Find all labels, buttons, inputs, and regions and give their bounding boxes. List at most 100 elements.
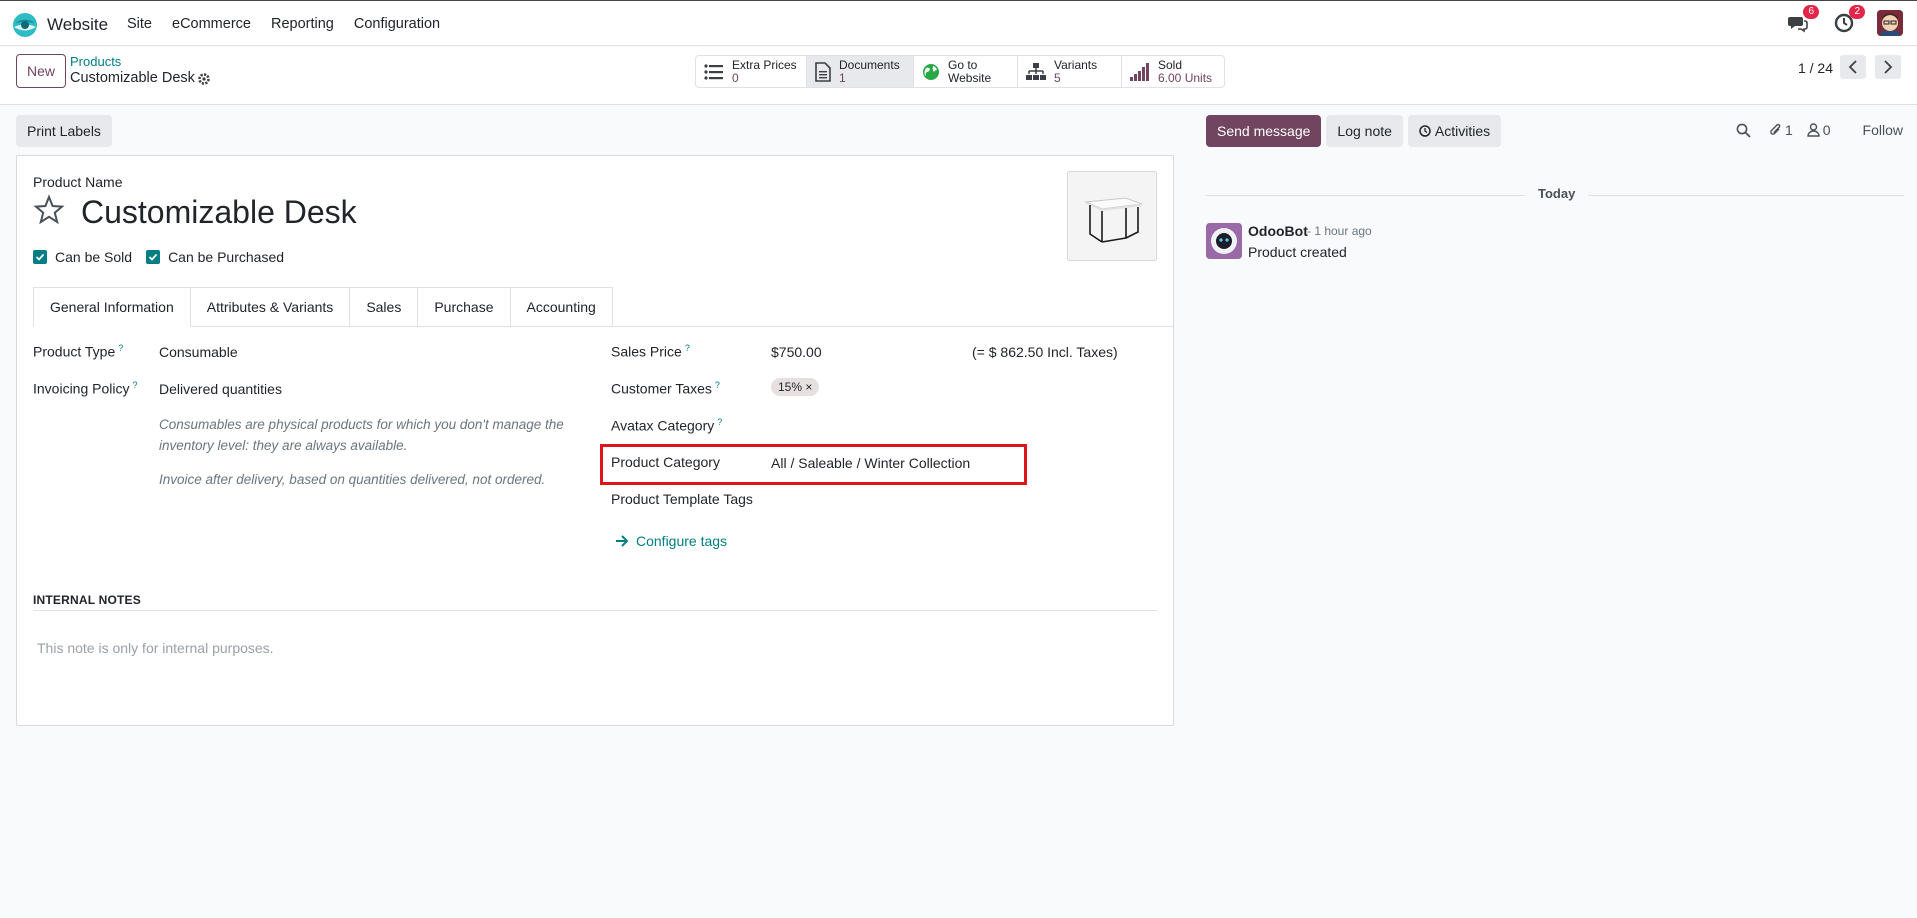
form-statusbar: Print Labels (16, 115, 112, 147)
variants-button[interactable]: Variants 5 (1018, 56, 1122, 87)
user-avatar[interactable] (1877, 10, 1903, 36)
incl-taxes-value: (= $ 862.50 Incl. Taxes) (972, 344, 1118, 360)
tab-sales[interactable]: Sales (350, 287, 419, 326)
form-tabs: General Information Attributes & Variant… (33, 287, 1173, 327)
variants-value: 5 (1054, 70, 1061, 85)
sold-value: 6.00 Units (1158, 70, 1213, 85)
product-name-label: Product Name (33, 174, 123, 190)
avatax-category-label: Avatax Category? (611, 417, 723, 434)
smart-buttons: Extra Prices 0 Documents 1 Go to Website Va… (695, 55, 1225, 88)
documents-value: 1 (839, 70, 846, 85)
tab-purchase[interactable]: Purchase (418, 287, 511, 326)
attachments-button[interactable]: 1 (1769, 122, 1793, 138)
log-note-button[interactable]: Log note (1326, 115, 1403, 147)
activities-chatter-label: Activities (1434, 123, 1491, 139)
chevron-right-icon (1884, 60, 1893, 74)
configure-tags-label: Configure tags (636, 533, 728, 549)
go-to-website-value: Website (948, 70, 992, 85)
control-panel: New Products Customizable Desk Extra Pri… (0, 47, 1917, 105)
odoobot-avatar-icon (1206, 223, 1242, 259)
product-category-highlight (600, 444, 1027, 485)
invoicing-policy-label: Invoicing Policy? (33, 380, 138, 397)
paperclip-icon (1770, 123, 1781, 135)
message-author[interactable]: OdooBot (1248, 223, 1308, 239)
message-time: - 1 hour ago (1307, 224, 1372, 238)
go-to-website-button[interactable]: Go to Website (914, 56, 1018, 87)
document-icon (815, 61, 831, 82)
star-icon[interactable] (33, 194, 65, 226)
menu-item-site[interactable]: Site (127, 16, 152, 32)
check-icon (148, 253, 158, 261)
invoicing-policy-field[interactable]: Delivered quantities (159, 381, 282, 397)
sold-label: Sold (1158, 57, 1183, 72)
product-image[interactable] (1067, 171, 1157, 261)
extra-prices-value: 0 (732, 70, 739, 85)
menu-item-configuration[interactable]: Configuration (354, 16, 440, 32)
globe-icon (923, 63, 939, 80)
configure-tags-link[interactable]: Configure tags (615, 533, 727, 549)
sale-purchase-checks: Can be Sold Can be Purchased (33, 249, 298, 265)
form-sheet: Product Name Customizable Desk Can be So… (16, 155, 1174, 726)
pager-previous-button[interactable] (1840, 55, 1866, 79)
message-body: Product created (1248, 244, 1347, 260)
pager-next-button[interactable] (1875, 55, 1901, 79)
can-be-sold-label: Can be Sold (55, 249, 133, 265)
app-name[interactable]: Website (47, 15, 108, 35)
desk-image (1084, 197, 1143, 243)
internal-notes-divider (33, 610, 1157, 611)
attachments-count: 1 (1784, 122, 1793, 138)
followers-button[interactable]: 0 (1807, 122, 1831, 138)
messaging-button[interactable]: 6 (1787, 5, 1819, 34)
chevron-left-icon (1848, 60, 1857, 74)
customer-taxes-label: Customer Taxes? (611, 380, 720, 397)
breadcrumb-products[interactable]: Products (70, 54, 121, 69)
tab-general-information[interactable]: General Information (33, 287, 191, 327)
variants-label: Variants (1054, 57, 1098, 72)
check-icon (35, 253, 45, 261)
tab-attributes-variants[interactable]: Attributes & Variants (190, 287, 351, 326)
date-separator: Today (1525, 186, 1589, 201)
arrow-right-icon (616, 535, 629, 547)
menu-item-ecommerce[interactable]: eCommerce (172, 16, 251, 32)
can-be-purchased-checkbox[interactable] (146, 250, 161, 264)
messages-badge: 6 (1803, 5, 1819, 19)
consumable-help-text: Consumables are physical products for wh… (159, 417, 564, 453)
tab-accounting[interactable]: Accounting (510, 287, 613, 326)
can-be-sold-checkbox[interactable] (33, 250, 47, 264)
sales-price-field[interactable]: $750.00 (771, 344, 822, 360)
send-message-button[interactable]: Send message (1206, 115, 1322, 147)
sold-button[interactable]: Sold 6.00 Units (1122, 56, 1224, 87)
odoobot-avatar[interactable] (1206, 223, 1242, 259)
internal-notes-heading: INTERNAL NOTES (33, 593, 141, 607)
documents-button[interactable]: Documents 1 (807, 56, 914, 87)
product-type-field[interactable]: Consumable (159, 344, 238, 360)
systray: 6 2 (1763, 5, 1903, 36)
documents-label: Documents (839, 57, 900, 72)
search-icon (1736, 123, 1751, 138)
follow-button[interactable]: Follow (1863, 122, 1903, 138)
activities-chatter-button[interactable]: Activities (1407, 115, 1502, 147)
can-be-purchased-label: Can be Purchased (168, 249, 285, 265)
new-button[interactable]: New (16, 54, 67, 88)
customer-tax-tag[interactable]: 15% × (771, 378, 820, 396)
pager-value[interactable]: 1 / 24 (1798, 60, 1833, 76)
main-menu: Site eCommerce Reporting Configuration (127, 16, 460, 32)
extra-prices-button[interactable]: Extra Prices 0 (696, 56, 807, 87)
product-template-tags-label: Product Template Tags (611, 491, 753, 507)
extra-prices-label: Extra Prices (732, 57, 797, 72)
product-name-input[interactable]: Customizable Desk (81, 194, 357, 231)
user-icon (1807, 123, 1820, 137)
breadcrumb-current: Customizable Desk (70, 70, 195, 86)
go-to-label: Go to (948, 57, 978, 72)
invoice-help-text: Invoice after delivery, based on quantit… (159, 472, 546, 487)
activities-badge: 2 (1849, 5, 1865, 19)
menu-item-reporting[interactable]: Reporting (271, 16, 334, 32)
internal-notes-input[interactable]: This note is only for internal purposes. (37, 640, 274, 656)
clock-icon (1419, 125, 1431, 137)
website-app-icon[interactable] (12, 12, 38, 38)
print-labels-button[interactable]: Print Labels (16, 115, 112, 147)
activities-button[interactable]: 2 (1833, 5, 1865, 34)
sales-price-label: Sales Price? (611, 343, 690, 360)
chatter-search-button[interactable] (1736, 123, 1751, 138)
gear-icon[interactable] (197, 72, 211, 86)
